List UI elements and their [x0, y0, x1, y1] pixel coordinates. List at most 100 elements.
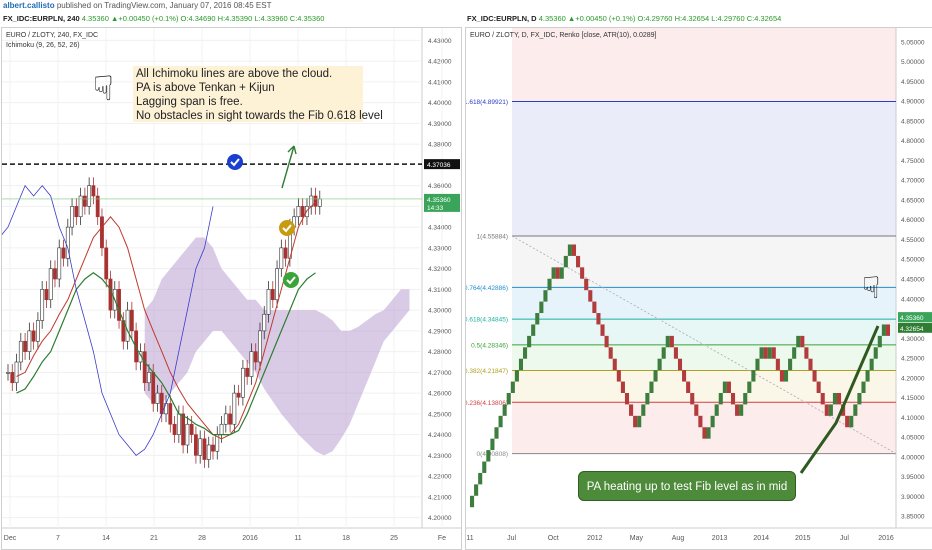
left-change: 4.35360 ▲+0.00450 (+0.1%) — [81, 14, 179, 23]
y-tick-label: 4.30000 — [428, 308, 452, 315]
candle-body — [266, 289, 271, 315]
y-tick-label: 4.45000 — [901, 277, 925, 284]
y-tick-label: 3.90000 — [901, 494, 925, 501]
note-line: No obstacles in sight towards the Fib 0.… — [136, 110, 383, 122]
y-tick-label: 4.32000 — [428, 266, 452, 273]
y-tick-label: 4.33000 — [428, 245, 452, 252]
renko-brick — [857, 392, 862, 405]
candle-body — [108, 278, 113, 311]
y-tick-label: 3.85000 — [901, 514, 925, 521]
renko-brick — [759, 347, 764, 359]
renko-brick — [682, 370, 687, 382]
y-tick-label: 4.40000 — [901, 296, 925, 303]
renko-brick — [510, 381, 515, 393]
candle-body — [172, 423, 177, 435]
renko-brick — [706, 427, 711, 439]
renko-brick — [580, 267, 585, 279]
price-label: 4.35360 — [427, 197, 451, 204]
renko-brick — [690, 392, 695, 405]
y-tick-label: 4.60000 — [901, 217, 925, 224]
y-tick-label: 4.22000 — [428, 474, 452, 481]
y-tick-label: 4.23000 — [428, 453, 452, 460]
candle-body — [142, 351, 147, 384]
renko-brick — [816, 381, 821, 393]
renko-brick — [551, 267, 556, 279]
renko-brick — [669, 335, 674, 348]
renko-brick — [702, 427, 707, 439]
fib-level-label: 0.618(4.34845) — [466, 317, 508, 324]
renko-brick — [763, 347, 768, 359]
check-badge-green-icon — [283, 272, 299, 288]
y-tick-label: 4.55000 — [901, 237, 925, 244]
pointing-hand-icon: ☟ — [93, 70, 114, 108]
candle-body — [125, 309, 130, 342]
renko-brick — [828, 404, 833, 416]
author-name[interactable]: albert.callisto — [3, 1, 55, 10]
candle-body — [104, 247, 109, 280]
y-tick-label: 4.34000 — [428, 225, 452, 232]
candle-body — [74, 206, 79, 218]
renko-brick — [861, 381, 866, 393]
renko-brick — [755, 358, 760, 371]
y-tick-label: 5.00000 — [901, 59, 925, 66]
left-series-title: EURO / ZLOTY, 240, FX_IDC — [6, 32, 99, 39]
y-tick-label: 5.05000 — [901, 39, 925, 46]
fib-level-label: 0(4.00808) — [477, 451, 508, 458]
x-tick-label: May — [630, 535, 644, 542]
x-tick-label: Oct — [548, 535, 559, 542]
candle-body — [181, 413, 186, 446]
x-tick-label: 14 — [102, 535, 110, 542]
y-tick-label: 4.21000 — [428, 494, 452, 501]
x-tick-label: Aug — [672, 535, 685, 542]
top-bar: albert.callisto published on TradingView… — [0, 0, 932, 12]
renko-brick — [486, 450, 491, 462]
candle-body — [6, 372, 10, 374]
candle-body — [296, 206, 301, 218]
x-tick-label: Fe — [438, 535, 446, 542]
x-tick-label: 11 — [294, 535, 301, 542]
left-symbol[interactable]: FX_IDC:EURPLN, 240 — [3, 14, 80, 23]
fib-level-label: 1(4.55884) — [477, 233, 508, 240]
analysis-note: All Ichimoku lines are above the cloud. … — [133, 66, 383, 122]
candle-body — [61, 247, 66, 259]
renko-brick — [767, 347, 772, 359]
y-tick-label: 4.38000 — [428, 142, 452, 149]
price-label-2: 4.32654 — [900, 326, 924, 333]
y-tick-label: 4.20000 — [428, 515, 452, 522]
renko-brick — [604, 335, 609, 348]
y-tick-label: 4.39000 — [428, 121, 452, 128]
renko-brick — [869, 358, 874, 371]
x-tick-label: 2015 — [795, 535, 811, 542]
indicator-title[interactable]: Ichimoku (9, 26, 52, 26) — [6, 42, 80, 49]
note-line: PA is above Tenkan + Kijun — [136, 82, 275, 94]
renko-brick — [783, 370, 789, 382]
renko-brick — [518, 358, 524, 371]
level-label: 4.37036 — [427, 162, 451, 169]
publish-info: published on TradingView.com, January 07… — [56, 1, 272, 10]
right-symbol[interactable]: FX_IDC:EURPLN, D — [467, 14, 537, 23]
check-badge-gold-icon — [279, 220, 295, 236]
renko-brick — [661, 347, 666, 359]
y-tick-label: 4.85000 — [901, 118, 925, 125]
x-tick-label: 25 — [390, 535, 398, 542]
fib-level-label: 1.618(4.89921) — [466, 99, 508, 106]
renko-brick — [482, 461, 487, 473]
renko-brick — [531, 324, 536, 336]
candle-body — [155, 392, 160, 404]
candle-body — [14, 361, 19, 384]
x-tick-label: 2016 — [242, 535, 258, 542]
renko-brick — [539, 301, 544, 314]
x-tick-label: 2012 — [587, 535, 603, 542]
renko-brick — [490, 438, 495, 451]
candle-body — [283, 247, 288, 259]
candle-body — [10, 372, 15, 384]
candle-body — [219, 423, 224, 435]
renko-brick — [547, 278, 552, 291]
renko-brick — [865, 370, 870, 382]
y-tick-label: 4.43000 — [428, 38, 452, 45]
renko-brick — [555, 267, 560, 279]
renko-brick — [747, 381, 752, 393]
candle-body — [23, 340, 27, 352]
y-tick-label: 4.90000 — [901, 99, 925, 106]
renko-brick — [527, 335, 532, 348]
